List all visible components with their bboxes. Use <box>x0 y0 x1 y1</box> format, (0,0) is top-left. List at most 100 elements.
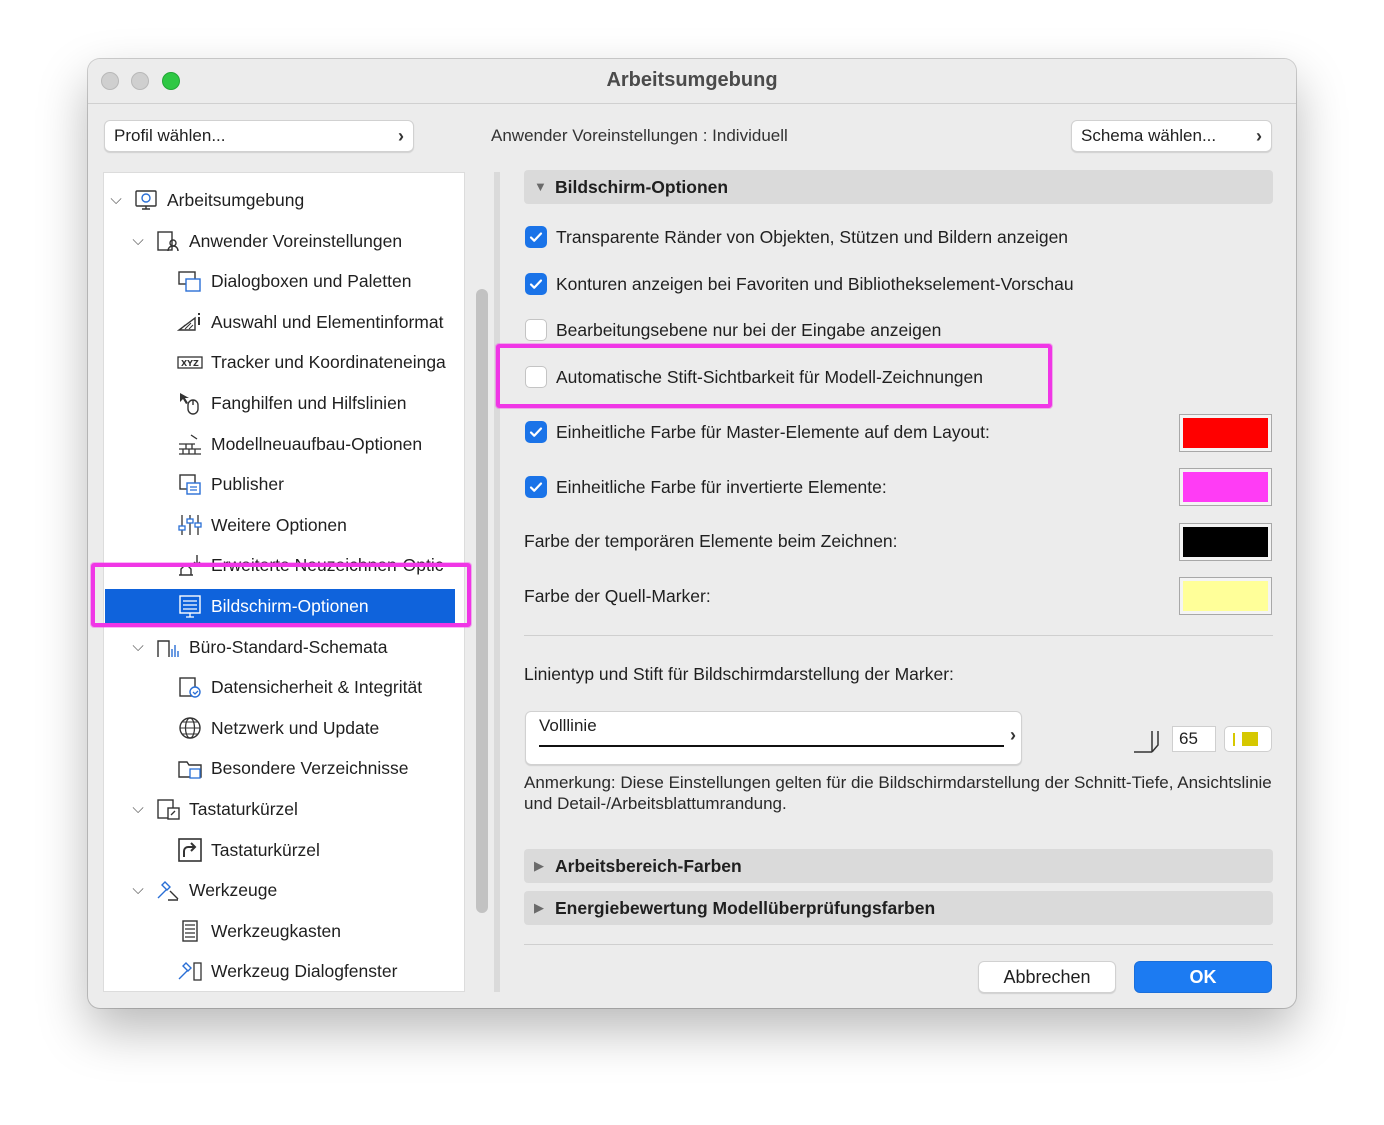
tree-item[interactable]: ⌵ Arbeitsumgebung <box>104 183 456 217</box>
temp-elements-color-swatch[interactable] <box>1179 523 1272 561</box>
option-label: Konturen anzeigen bei Favoriten und Bibl… <box>556 274 1074 294</box>
panel-splitter[interactable] <box>494 172 500 992</box>
tree-item-label: Werkzeuge <box>189 880 278 901</box>
tree-item[interactable]: Besondere Verzeichnisse <box>104 751 456 785</box>
checkbox-inverted-color[interactable] <box>525 476 547 498</box>
tree-item[interactable]: Tastaturkürzel <box>104 833 456 867</box>
tree-item[interactable]: ⌵ Tastaturkürzel <box>104 792 456 826</box>
chevron-down-icon[interactable]: ⌵ <box>107 183 125 217</box>
tree-item[interactable]: Dialogboxen und Paletten <box>104 264 456 298</box>
display-options-header[interactable]: ▼ Bildschirm-Optionen <box>524 170 1273 204</box>
triangle-right-icon: ▶ <box>534 858 544 873</box>
shortcut-arrow-icon <box>177 837 203 862</box>
tree-item-label: Publisher <box>211 474 284 495</box>
source-marker-color-label: Farbe der Quell-Marker: <box>524 586 711 606</box>
pen-color-button[interactable] <box>1224 726 1272 752</box>
tree-item[interactable]: Werkzeug Dialogfenster <box>104 954 456 988</box>
folder-icon <box>177 756 203 780</box>
triangle-right-icon: ▶ <box>534 900 544 915</box>
option-label: Transparente Ränder von Objekten, Stütze… <box>556 227 1069 247</box>
chevron-down-icon[interactable]: ⌵ <box>129 873 147 907</box>
publisher-icon <box>177 472 203 496</box>
line-type-label: Volllinie <box>539 716 597 735</box>
tree-vertical-scrollbar[interactable] <box>476 289 488 913</box>
tree-item[interactable]: XYZ Tracker und Koordinateneinga <box>104 345 456 379</box>
chevron-right-icon: › <box>398 126 404 146</box>
tree-item-label: Werkzeugkasten <box>211 920 342 941</box>
checkbox-contours-preview[interactable] <box>525 273 547 295</box>
checkbox-editing-plane[interactable] <box>525 319 547 341</box>
user-preferences-value: Individuell <box>712 126 788 145</box>
user-preferences-status: Anwender Voreinstellungen : Individuell <box>491 126 788 146</box>
tree-item-label: Werkzeug Dialogfenster <box>211 961 398 982</box>
tree-item[interactable]: Auswahl und Elementinformat <box>104 305 456 339</box>
chevron-down-icon[interactable]: ⌵ <box>129 224 147 258</box>
section-divider <box>524 635 1273 636</box>
tree-item-label: Tastaturkürzel <box>189 799 298 819</box>
tree-item[interactable]: Werkzeugkasten <box>104 914 456 948</box>
marker-linetype-label: Linientyp und Stift für Bildschirmdarste… <box>524 664 954 684</box>
option-label: Bearbeitungsebene nur bei der Eingabe an… <box>556 320 942 340</box>
line-type-select[interactable]: Volllinie › <box>525 711 1022 765</box>
tree-item-label: Datensicherheit & Integrität <box>211 677 423 698</box>
pen-number-field[interactable]: 65 <box>1172 726 1216 752</box>
sliders-icon <box>177 513 203 537</box>
title-bar: Arbeitsumgebung <box>88 59 1296 104</box>
tree-item[interactable]: Datensicherheit & Integrität <box>104 670 456 704</box>
tree-selection-highlight <box>91 563 471 627</box>
settings-window: Arbeitsumgebung Profil wählen... › Anwen… <box>88 59 1296 1008</box>
tree-item[interactable]: Fanghilfen und Hilfslinien <box>104 386 456 420</box>
profile-select-button[interactable]: Profil wählen... › <box>104 120 414 152</box>
rebuild-bricks-icon <box>177 432 203 456</box>
master-color-swatch[interactable] <box>1179 414 1272 452</box>
tree-item[interactable]: Netzwerk und Update <box>104 711 456 745</box>
chevron-right-icon: › <box>1256 126 1262 146</box>
tree-item[interactable]: ⌵ Büro-Standard-Schemata <box>104 630 456 664</box>
tree-item-label: Arbeitsumgebung <box>167 190 305 210</box>
tree-item[interactable]: ⌵ Werkzeuge <box>104 873 456 907</box>
tree-item[interactable]: Publisher <box>104 467 456 501</box>
pen-color-fill <box>1242 732 1258 746</box>
schema-select-label: Schema wählen... <box>1081 126 1217 145</box>
option-label: Einheitliche Farbe für Master-Elemente a… <box>556 422 990 442</box>
temp-elements-color-fill <box>1183 527 1268 557</box>
schema-select-button[interactable]: Schema wählen... › <box>1071 120 1272 152</box>
selection-info-icon <box>176 310 203 334</box>
tree-item[interactable]: Modellneuaufbau-Optionen <box>104 427 456 461</box>
user-preferences-label: Anwender Voreinstellungen : <box>491 126 708 145</box>
tree-item-label: Tracker und Koordinateneinga <box>211 352 446 373</box>
display-options-header-label: Bildschirm-Optionen <box>555 177 729 197</box>
chevron-down-icon[interactable]: ⌵ <box>129 792 147 826</box>
tree-item-label: Tastaturkürzel <box>211 839 320 860</box>
tree-item-label: Modellneuaufbau-Optionen <box>211 433 423 454</box>
cancel-button[interactable]: Abbrechen <box>978 961 1116 993</box>
inverted-color-fill <box>1183 472 1268 502</box>
chevron-right-icon: › <box>1010 725 1016 745</box>
profile-select-label: Profil wählen... <box>114 126 226 145</box>
settings-screen-icon <box>133 188 159 212</box>
footer-divider <box>524 944 1273 945</box>
ok-button[interactable]: OK <box>1134 961 1272 993</box>
tree-item[interactable]: Weitere Optionen <box>104 508 456 542</box>
tree-item[interactable]: ⌵ Anwender Voreinstellungen <box>104 224 456 258</box>
triangle-down-icon: ▼ <box>534 179 547 194</box>
tool-dialog-icon <box>177 959 203 983</box>
energy-evaluation-label: Energiebewertung Modellüberprüfungsfarbe… <box>555 898 936 918</box>
user-preferences-icon <box>155 229 181 253</box>
window-title: Arbeitsumgebung <box>606 69 778 91</box>
checkbox-master-color[interactable] <box>525 421 547 443</box>
energy-evaluation-header[interactable]: ▶ Energiebewertung Modellüberprüfungsfar… <box>524 891 1273 925</box>
snap-mouse-icon <box>177 391 203 415</box>
tree-item-label: Dialogboxen und Paletten <box>211 271 412 292</box>
dialog-palette-icon <box>177 269 203 293</box>
workspace-colors-label: Arbeitsbereich-Farben <box>555 856 742 876</box>
chevron-down-icon[interactable]: ⌵ <box>129 630 147 664</box>
option-highlight <box>496 344 1052 408</box>
option-label: Einheitliche Farbe für invertierte Eleme… <box>556 477 887 497</box>
tree-item-label: Weitere Optionen <box>211 514 347 535</box>
line-type-preview <box>539 745 1004 747</box>
inverted-color-swatch[interactable] <box>1179 468 1272 506</box>
source-marker-color-swatch[interactable] <box>1179 577 1272 615</box>
checkbox-transparent-edges[interactable] <box>525 226 547 248</box>
workspace-colors-header[interactable]: ▶ Arbeitsbereich-Farben <box>524 849 1273 883</box>
